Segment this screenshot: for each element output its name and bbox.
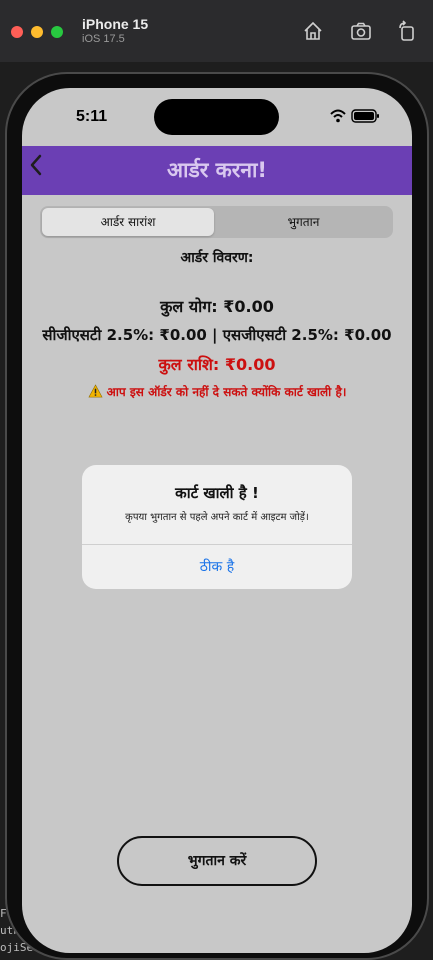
empty-cart-warning: आप इस ऑर्डर को नहीं दे सकते क्योंकि कार्… [22,383,412,402]
os-version: iOS 17.5 [82,33,125,45]
rotate-icon[interactable] [396,20,418,42]
status-icons [328,108,382,124]
tax-breakdown: सीजीएसटी 2.5%: ₹0.00 | एसजीएसटी 2.5%: ₹0… [42,326,392,344]
home-icon[interactable] [302,20,324,42]
alert-message: कृपया भुगतान से पहले अपने कार्ट में आइटम… [125,512,309,523]
tab-payment[interactable]: भुगतान [216,208,391,236]
simulator-toolbar: iPhone 15 iOS 17.5 [0,0,433,62]
screenshot-icon[interactable] [350,20,372,42]
device-name: iPhone 15 [82,16,149,32]
battery-icon [351,109,379,123]
pay-button[interactable]: भुगतान करें [117,836,317,886]
zoom-window-button[interactable] [51,26,63,38]
wifi-icon [330,109,346,123]
warning-icon [88,384,103,402]
page-title: आर्डर करना! [167,158,267,182]
order-details-heading: आर्डर विवरण: [180,250,254,266]
app-screen: 5:11 आर्डर करना! आर्डर सारांश भुगतान आर्… [22,88,412,953]
warning-text: आप इस ऑर्डर को नहीं दे सकते क्योंकि कार्… [106,385,347,399]
minimize-window-button[interactable] [31,26,43,38]
segmented-control: आर्डर सारांश भुगतान [40,206,393,238]
status-time: 5:11 [76,108,108,125]
back-button[interactable] [26,150,58,186]
empty-cart-alert: कार्ट खाली है ! कृपया भुगतान से पहले अपन… [82,465,352,589]
alert-ok-button[interactable]: ठीक है [82,545,352,589]
chevron-left-icon [30,154,42,176]
total-amount: कुल राशि: ₹0.00 [158,355,276,374]
subtotal: कुल योग: ₹0.00 [160,297,274,316]
alert-title: कार्ट खाली है ! [175,484,259,502]
close-window-button[interactable] [11,26,23,38]
tab-order-summary[interactable]: आर्डर सारांश [42,208,214,236]
dynamic-island [154,99,279,135]
nav-bar: आर्डर करना! [22,146,412,195]
